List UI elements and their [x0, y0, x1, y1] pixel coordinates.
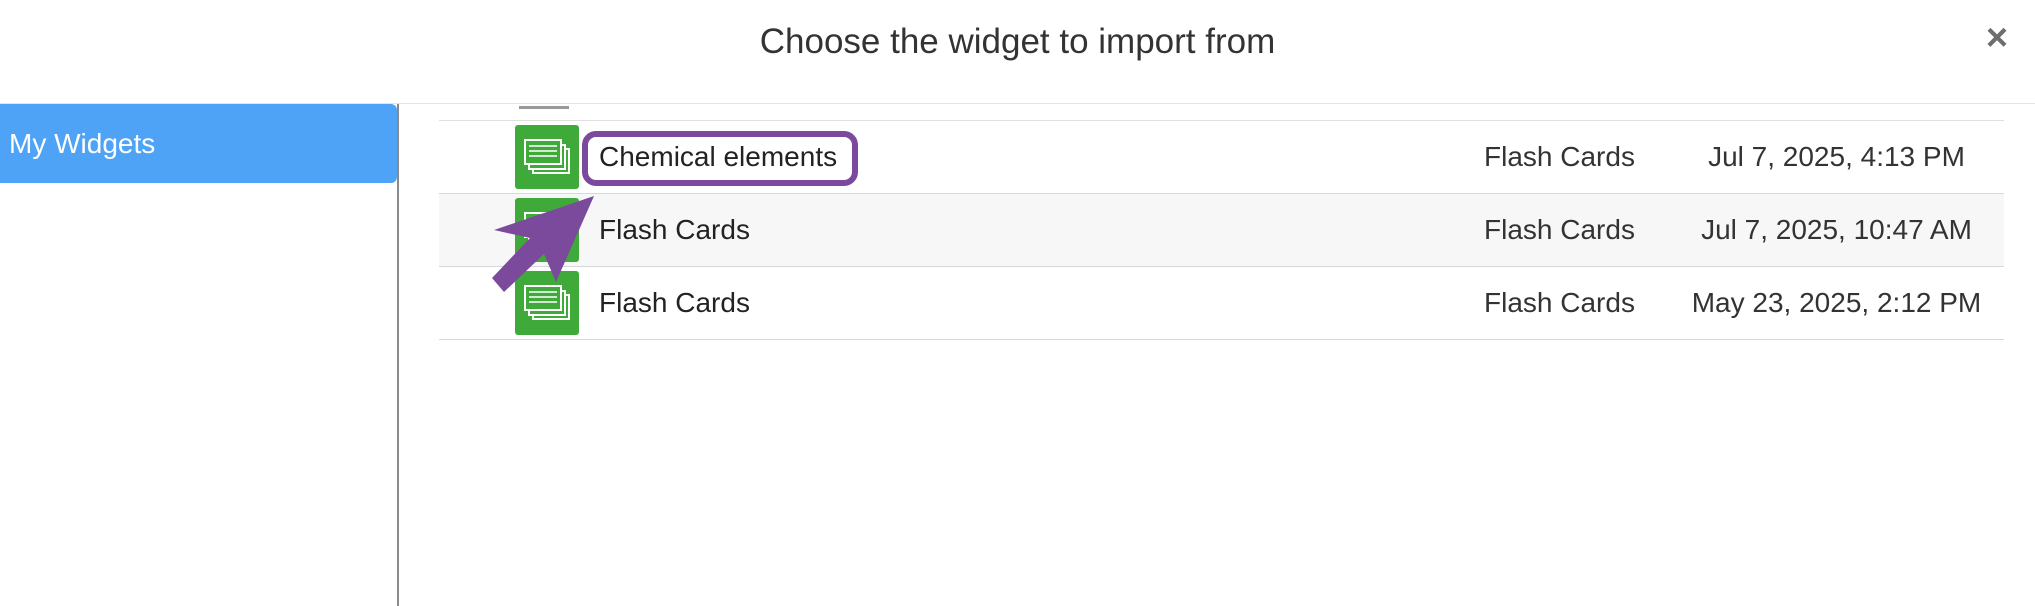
- widget-type: Flash Cards: [1484, 141, 1635, 172]
- widget-date: May 23, 2025, 2:12 PM: [1691, 287, 1982, 318]
- sidebar: My Widgets: [0, 104, 399, 606]
- table-row[interactable]: Chemical elements Flash Cards Jul 7, 202…: [439, 121, 2004, 194]
- sidebar-item-my-widgets[interactable]: My Widgets: [0, 104, 397, 183]
- widget-name: Flash Cards: [599, 214, 750, 245]
- partial-widget-icon: [519, 104, 569, 109]
- widget-name: Flash Cards: [599, 287, 750, 318]
- table-row[interactable]: Flash Cards Flash Cards Jul 7, 2025, 10:…: [439, 194, 2004, 267]
- widget-type: Flash Cards: [1484, 287, 1635, 318]
- table-row[interactable]: Flash Cards Flash Cards May 23, 2025, 2:…: [439, 267, 2004, 340]
- flash-cards-icon: [515, 198, 579, 262]
- widget-list: Chemical elements Flash Cards Jul 7, 202…: [399, 104, 2035, 606]
- widget-name: Chemical elements: [599, 141, 838, 172]
- dialog-title: Choose the widget to import from: [759, 22, 1276, 61]
- widget-type: Flash Cards: [1484, 214, 1635, 245]
- dialog-header: Choose the widget to import from ×: [0, 0, 2035, 104]
- flash-cards-icon: [515, 125, 579, 189]
- widget-date: Jul 7, 2025, 4:13 PM: [1708, 141, 1965, 172]
- flash-cards-icon: [515, 271, 579, 335]
- close-icon[interactable]: ×: [1977, 18, 2017, 58]
- widget-date: Jul 7, 2025, 10:47 AM: [1701, 214, 1972, 245]
